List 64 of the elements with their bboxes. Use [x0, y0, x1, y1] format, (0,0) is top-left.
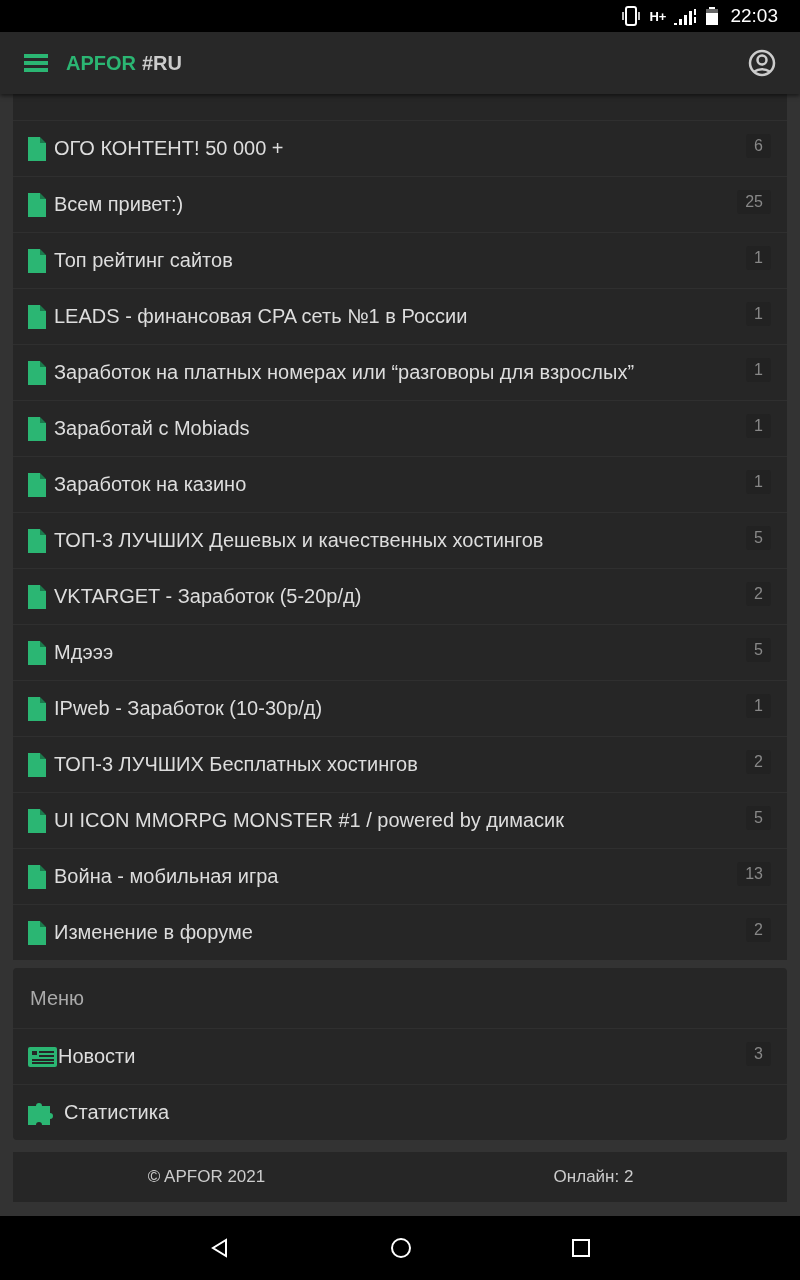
document-icon: [28, 304, 46, 329]
document-icon: [28, 360, 46, 385]
topic-link[interactable]: Всем привет:): [54, 193, 738, 216]
document-icon: [28, 416, 46, 441]
back-icon[interactable]: [210, 1238, 230, 1258]
overview-icon[interactable]: [572, 1239, 590, 1257]
reply-count: 1: [746, 245, 771, 270]
reply-count: 1: [746, 413, 771, 438]
document-icon: [28, 640, 46, 665]
topic-link[interactable]: Война - мобильная игра: [54, 865, 738, 888]
reply-count: 6: [746, 133, 771, 158]
reply-count: 1: [746, 469, 771, 494]
reply-count: 2: [746, 917, 771, 942]
reply-count: 5: [746, 525, 771, 550]
signal-icon: [674, 7, 699, 25]
reply-count: 25: [737, 189, 771, 214]
topic-link[interactable]: ТОП-3 ЛУЧШИХ Дешевых и качественных хостингов: [54, 529, 747, 552]
document-icon: [28, 696, 46, 721]
reply-count: 2: [746, 749, 771, 774]
topic-link[interactable]: IPweb - Заработок (10-30р/д): [54, 697, 747, 720]
document-icon: [28, 472, 46, 497]
account-icon[interactable]: [748, 49, 776, 77]
reply-count: 1: [746, 357, 771, 382]
reply-count: 1: [746, 301, 771, 326]
topic-link[interactable]: Заработай с Mobiads: [54, 417, 747, 440]
topic-link[interactable]: VKTARGET - Заработок (5-20р/д): [54, 585, 747, 608]
reply-count: 1: [746, 693, 771, 718]
document-icon: [28, 864, 46, 889]
menu-icon[interactable]: [24, 53, 48, 73]
topic-link[interactable]: Заработок на казино: [54, 473, 747, 496]
clock: 22:03: [730, 5, 778, 27]
document-icon: [28, 528, 46, 553]
vibrate-icon: [621, 6, 642, 26]
topic-link[interactable]: ОГО КОНТЕНТ! 50 000 +: [54, 137, 747, 160]
document-icon: [28, 808, 46, 833]
online-count: Онлайн: 2: [552, 1167, 635, 1187]
copyright-text: © APFOR 2021: [146, 1167, 267, 1187]
topic-link[interactable]: Мдэээ: [54, 641, 747, 664]
reply-count: 5: [746, 637, 771, 662]
document-icon: [28, 192, 46, 217]
item-count: 3: [746, 1041, 771, 1066]
brand-tag[interactable]: #RU: [142, 51, 182, 75]
document-icon: [28, 136, 46, 161]
network-type: H+: [649, 8, 667, 24]
battery-icon: [706, 7, 719, 25]
reply-count: 13: [737, 861, 771, 886]
brand-name[interactable]: APFOR: [66, 51, 136, 75]
menu-link[interactable]: Статистика: [64, 1101, 771, 1124]
reply-count: 5: [746, 805, 771, 830]
topic-link[interactable]: ТОП-3 ЛУЧШИХ Бесплатных хостингов: [54, 753, 747, 776]
topic-link[interactable]: Топ рейтинг сайтов: [54, 249, 747, 272]
menu-link[interactable]: Новости: [58, 1045, 747, 1068]
menu-heading: Меню: [29, 985, 86, 1011]
document-icon: [28, 248, 46, 273]
document-icon: [28, 752, 46, 777]
topic-link[interactable]: LEADS - финансовая CPA сеть №1 в России: [54, 305, 747, 328]
newspaper-icon: [28, 1045, 58, 1068]
reply-count: 2: [746, 581, 771, 606]
document-icon: [28, 920, 46, 945]
home-icon[interactable]: [390, 1237, 412, 1259]
topic-link[interactable]: Изменение в форуме: [54, 921, 747, 944]
topic-link[interactable]: Заработок на платных номерах или “разговоры для взрослых”: [54, 361, 747, 384]
topic-link[interactable]: UI ICON MMORPG MONSTER #1 / powered by димасик: [54, 809, 747, 832]
document-icon: [28, 584, 46, 609]
